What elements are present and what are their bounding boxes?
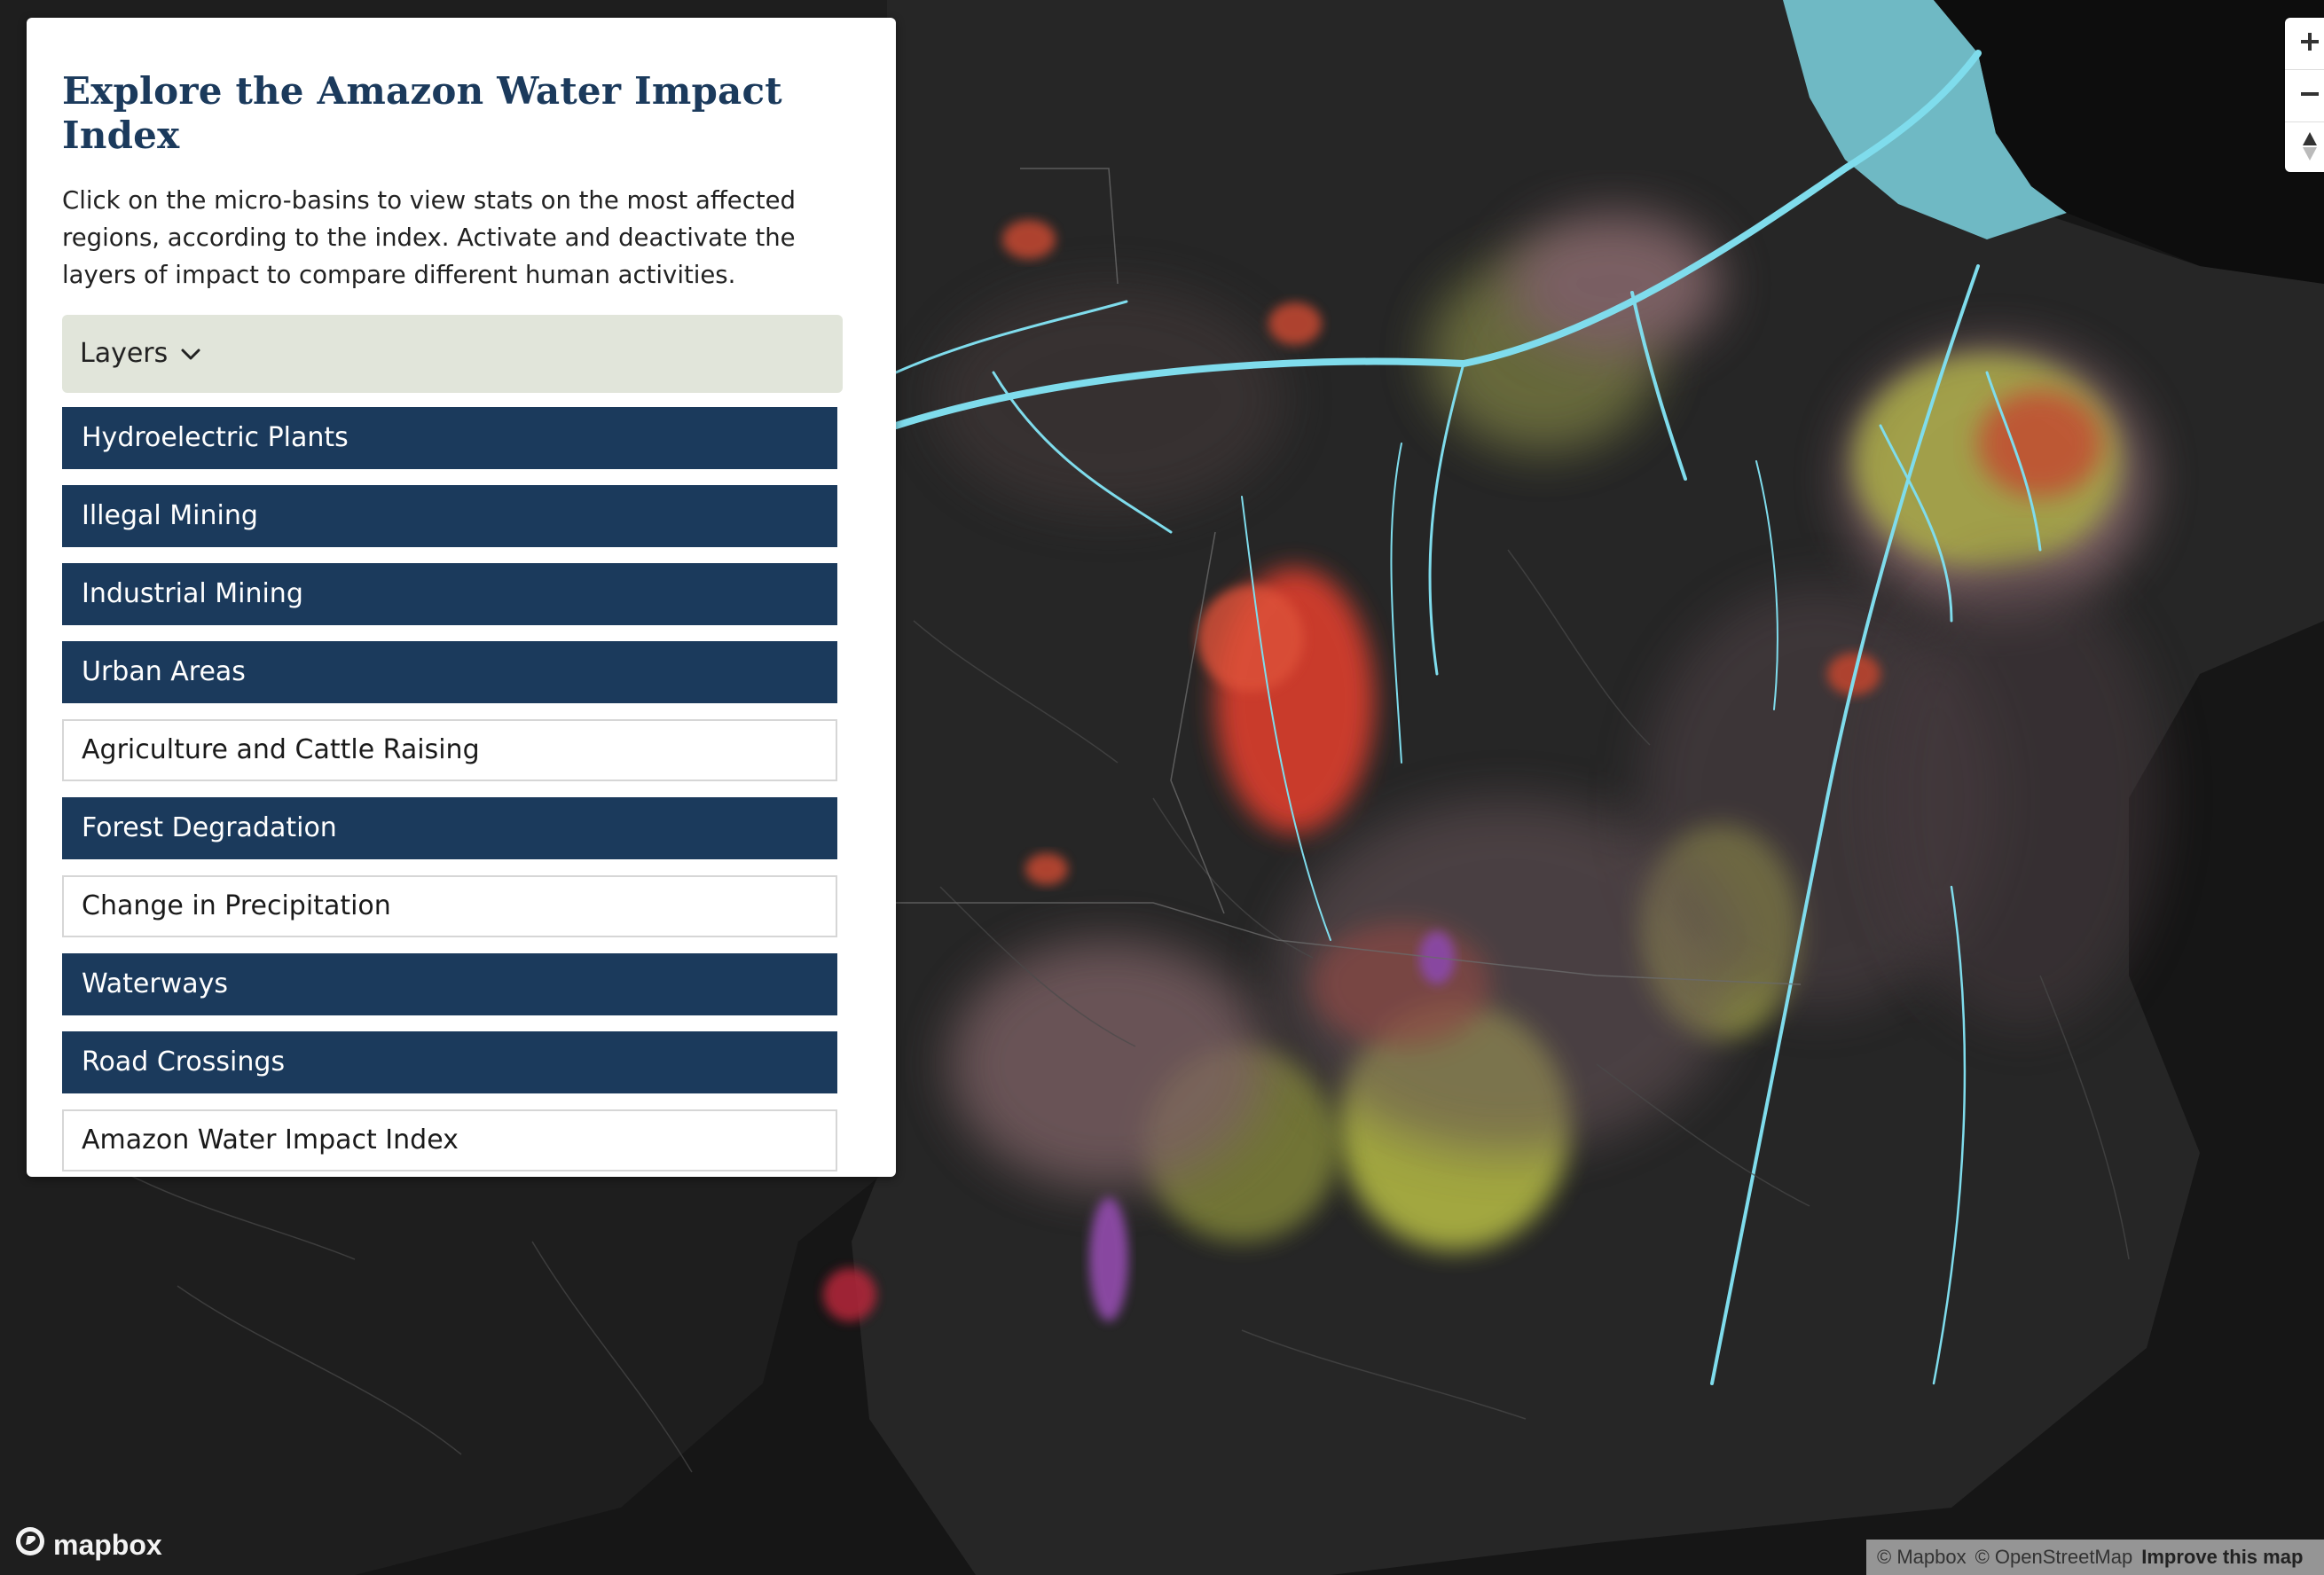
layers-toggle[interactable]: Layers	[62, 314, 843, 393]
layer-toggle-industrial-mining[interactable]: Industrial Mining	[62, 562, 837, 625]
map-attribution: © Mapbox © OpenStreetMap Improve this ma…	[1866, 1540, 2324, 1575]
layer-label: Amazon Water Impact Index	[82, 1124, 459, 1156]
layer-toggle-waterways[interactable]: Waterways	[62, 952, 837, 1015]
layer-toggle-urban-areas[interactable]: Urban Areas	[62, 640, 837, 703]
mapbox-logo[interactable]: mapbox	[14, 1525, 162, 1564]
layer-label: Hydroelectric Plants	[82, 422, 349, 454]
layer-list: Hydroelectric Plants Illegal Mining Indust…	[62, 406, 837, 1171]
layer-label: Illegal Mining	[82, 500, 258, 532]
zoom-out-button[interactable]	[2285, 70, 2324, 122]
layer-toggle-illegal-mining[interactable]: Illegal Mining	[62, 484, 837, 547]
layer-label: Urban Areas	[82, 656, 246, 688]
panel-description: Click on the micro-basins to view stats …	[62, 185, 796, 289]
layer-label: Industrial Mining	[82, 578, 303, 610]
layer-label: Agriculture and Cattle Raising	[82, 734, 480, 766]
layer-toggle-road-crossings[interactable]: Road Crossings	[62, 1030, 837, 1093]
zoom-in-button[interactable]	[2285, 18, 2324, 70]
layer-toggle-hydroelectric-plants[interactable]: Hydroelectric Plants	[62, 406, 837, 469]
plus-icon	[2297, 29, 2322, 58]
minus-icon	[2297, 82, 2322, 110]
attribution-osm-link[interactable]: © OpenStreetMap	[1975, 1546, 2133, 1569]
compass-icon	[2297, 130, 2322, 166]
layers-toggle-label: Layers	[80, 338, 169, 370]
layer-label: Change in Precipitation	[82, 890, 391, 922]
layer-toggle-agriculture-and-cattle-raising[interactable]: Agriculture and Cattle Raising	[62, 718, 837, 781]
zoom-controls	[2285, 18, 2324, 172]
layer-label: Waterways	[82, 968, 228, 1000]
attribution-mapbox-link[interactable]: © Mapbox	[1877, 1546, 1967, 1569]
info-panel: Explore the Amazon Water Impact Index Cl…	[27, 18, 896, 1177]
layer-toggle-change-in-precipitation[interactable]: Change in Precipitation	[62, 874, 837, 937]
compass-button[interactable]	[2285, 122, 2324, 172]
layer-toggle-amazon-water-impact-index[interactable]: Amazon Water Impact Index	[62, 1109, 837, 1171]
chevron-down-icon	[178, 341, 203, 366]
mapbox-logo-text: mapbox	[53, 1528, 162, 1561]
layer-label: Forest Degradation	[82, 812, 337, 844]
attribution-improve-link[interactable]: Improve this map	[2141, 1546, 2303, 1569]
panel-title: Explore the Amazon Water Impact Index	[62, 69, 782, 158]
layer-toggle-forest-degradation[interactable]: Forest Degradation	[62, 796, 837, 859]
layer-label: Road Crossings	[82, 1046, 286, 1078]
mapbox-mark-icon	[14, 1525, 46, 1564]
